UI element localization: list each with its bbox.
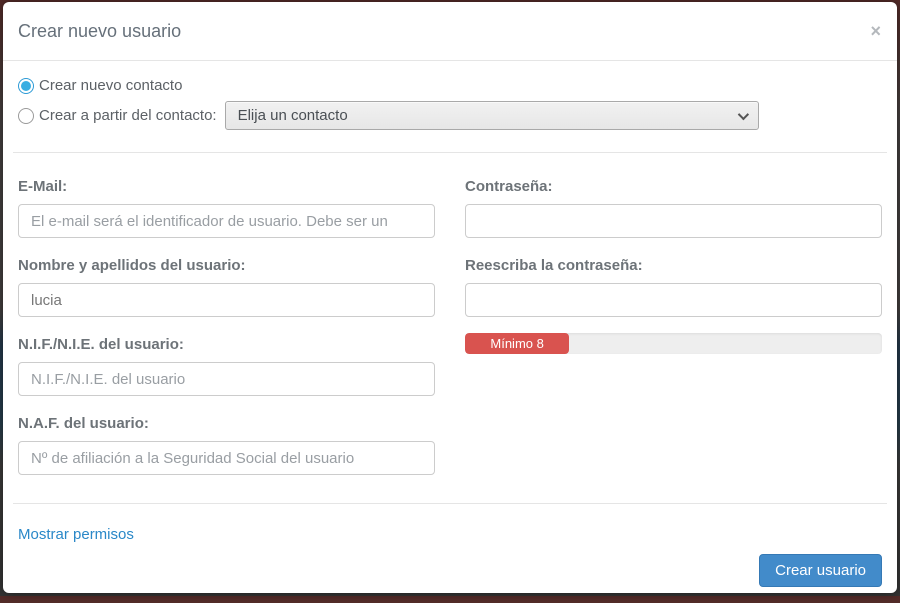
chevron-down-icon [737, 108, 748, 119]
email-label: E-Mail: [18, 178, 435, 195]
password-repeat-group: Reescriba la contraseña: [465, 257, 882, 317]
radio-new-contact-label: Crear nuevo contacto [39, 77, 182, 94]
radio-from-contact[interactable] [18, 108, 34, 124]
nif-group: N.I.F./N.I.E. del usuario: [18, 336, 435, 396]
password-field[interactable] [465, 204, 882, 238]
password-strength-bar: Mínimo 8 [465, 333, 569, 354]
page-title: Crear nuevo usuario [18, 21, 882, 42]
full-name-group: Nombre y apellidos del usuario: [18, 257, 435, 317]
create-user-button[interactable]: Crear usuario [759, 554, 882, 587]
form-column-right: Contraseña: Reescriba la contraseña: Mín… [465, 178, 882, 494]
footer-button-row: Crear usuario [18, 554, 882, 587]
close-icon[interactable]: × [870, 22, 881, 40]
contact-select[interactable]: Elija un contacto [225, 101, 759, 130]
email-group: E-Mail: [18, 178, 435, 238]
naf-group: N.A.F. del usuario: [18, 415, 435, 475]
radio-row-from-contact[interactable]: Crear a partir del contacto: Elija un co… [18, 101, 882, 130]
email-field[interactable] [18, 204, 435, 238]
create-user-modal: Crear nuevo usuario × Crear nuevo contac… [3, 2, 897, 593]
password-group: Contraseña: [465, 178, 882, 238]
nif-field[interactable] [18, 362, 435, 396]
naf-label: N.A.F. del usuario: [18, 415, 435, 432]
password-label: Contraseña: [465, 178, 882, 195]
radio-from-contact-label: Crear a partir del contacto: [39, 107, 217, 124]
naf-field[interactable] [18, 441, 435, 475]
contact-select-value: Elija un contacto [238, 107, 348, 124]
password-repeat-field[interactable] [465, 283, 882, 317]
radio-new-contact[interactable] [18, 78, 34, 94]
show-permissions-link[interactable]: Mostrar permisos [18, 526, 134, 543]
form-column-left: E-Mail: Nombre y apellidos del usuario: … [18, 178, 435, 494]
radio-row-new-contact[interactable]: Crear nuevo contacto [18, 77, 882, 94]
section-divider-bottom [13, 503, 887, 504]
user-form: E-Mail: Nombre y apellidos del usuario: … [3, 162, 897, 494]
nif-label: N.I.F./N.I.E. del usuario: [18, 336, 435, 353]
modal-footer: Mostrar permisos Crear usuario [3, 513, 897, 603]
contact-mode-section: Crear nuevo contacto Crear a partir del … [3, 61, 897, 143]
modal-header: Crear nuevo usuario × [3, 2, 897, 61]
full-name-field[interactable] [18, 283, 435, 317]
password-strength-track: Mínimo 8 [465, 333, 882, 354]
full-name-label: Nombre y apellidos del usuario: [18, 257, 435, 274]
password-repeat-label: Reescriba la contraseña: [465, 257, 882, 274]
section-divider-top [13, 152, 887, 153]
